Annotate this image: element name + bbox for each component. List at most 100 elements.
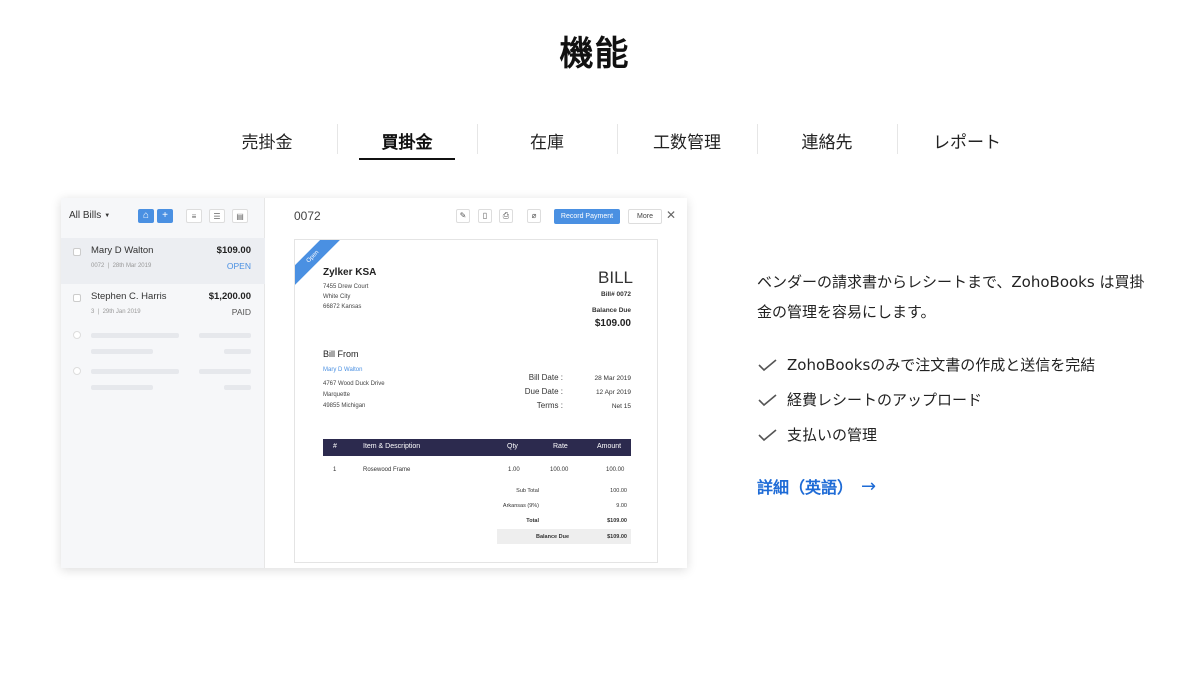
skeleton-line	[91, 333, 179, 338]
skeleton-line	[91, 385, 153, 390]
bill-date: 28th Mar 2019	[112, 263, 152, 269]
due-date-value: 12 Apr 2019	[595, 389, 631, 396]
bill-date-label: Bill Date :	[528, 373, 563, 382]
bill-ref: 0072	[91, 263, 105, 269]
learn-more-link[interactable]: 詳細（英語） →	[757, 474, 876, 498]
check-icon	[758, 428, 777, 441]
vendor-address-line: Marquette	[323, 392, 351, 398]
feature-list: ZohoBooksのみで注文書の作成と送信を完結 経費レシートのアップロード 支…	[757, 347, 1095, 452]
skeleton-line	[91, 369, 179, 374]
bill-meta: 0072 | 28th Mar 2019	[91, 263, 152, 269]
bill-row: Mary D Walton $109.00 0072 | 28th Mar 20…	[61, 238, 265, 284]
add-icon: +	[157, 209, 173, 223]
bill-amount: $109.00	[216, 245, 251, 256]
company-address-line: 7455 Drew Court	[323, 284, 369, 290]
checkbox-icon	[73, 248, 81, 256]
bills-list-panel: All Bills ▼ ⌂ + ≡ ☰ ▤ Mary D Walton $109…	[61, 198, 265, 568]
col-rate: Rate	[553, 443, 568, 450]
skeleton-line	[199, 333, 251, 338]
bill-id-heading: 0072	[294, 209, 321, 223]
table-view-icon: ▤	[232, 209, 248, 223]
skeleton-line	[224, 385, 251, 390]
skeleton-checkbox	[73, 367, 81, 375]
tab-payables[interactable]: 買掛金	[337, 118, 477, 162]
skeleton-line	[224, 349, 251, 354]
line-num: 1	[333, 467, 337, 473]
bill-from-label: Bill From	[323, 349, 359, 359]
bill-meta: 3 | 29th Jan 2019	[91, 309, 141, 315]
bill-number: Bill# 0072	[601, 291, 631, 298]
record-payment-button: Record Payment	[554, 209, 620, 224]
checkbox-icon	[73, 294, 81, 302]
check-icon	[758, 393, 777, 406]
balance-due-amount: $109.00	[594, 318, 631, 329]
bill-date-value: 28 Mar 2019	[594, 375, 632, 382]
tab-reports[interactable]: レポート	[897, 118, 1037, 162]
bill-status: OPEN	[226, 261, 251, 271]
tab-receivables[interactable]: 売掛金	[197, 118, 337, 162]
vendor-address-line: 4767 Wood Duck Drive	[323, 381, 385, 387]
table-row: 1 Rosewood Frame 1.00 100.00 100.00	[323, 463, 631, 477]
skeleton-line	[91, 349, 153, 354]
bill-vendor: Mary D Walton	[91, 245, 154, 256]
tab-inventory[interactable]: 在庫	[477, 118, 617, 162]
learn-more-label: 詳細（英語）	[757, 478, 854, 497]
company-address-line: 66872 Kansas	[323, 304, 362, 310]
scan-icon: ⌂	[138, 209, 154, 223]
caret-down-icon: ▼	[104, 212, 111, 219]
total-label: Total	[526, 518, 539, 524]
terms-label: Terms :	[536, 401, 563, 410]
check-icon	[758, 358, 777, 371]
pdf-icon: ▯	[478, 209, 492, 223]
arrow-right-icon: →	[861, 475, 877, 497]
close-icon: ✕	[666, 208, 677, 222]
skeleton-line	[199, 369, 251, 374]
line-amount: 100.00	[606, 467, 625, 473]
bill-ref: 3	[91, 309, 95, 315]
tab-timesheets[interactable]: 工数管理	[617, 118, 757, 162]
tax-label: Arkansas (9%)	[502, 503, 539, 509]
feature-text: 支払いの管理	[787, 426, 878, 444]
balance-due-row-label: Balance Due	[535, 534, 569, 540]
more-button: More	[628, 209, 662, 224]
view-icon: ≡	[186, 209, 202, 223]
bill-vendor: Stephen C. Harris	[91, 291, 167, 302]
feature-item: ZohoBooksのみで注文書の作成と送信を完結	[757, 347, 1095, 382]
sub-total-value: 100.00	[610, 488, 627, 494]
bill-heading: BILL	[598, 268, 633, 287]
bill-date: 29th Jan 2019	[102, 309, 141, 315]
items-table-header: # Item & Description Qty Rate Amount	[323, 439, 631, 456]
feature-tabs: 売掛金 買掛金 在庫 工数管理 連絡先 レポート	[197, 118, 1037, 162]
vendor-name: Mary D Walton	[323, 367, 363, 373]
feature-description: ベンダーの請求書からレシートまで、ZohoBooks は買掛金の管理を容易にしま…	[757, 273, 1145, 321]
bill-row: Stephen C. Harris $1,200.00 3 | 29th Jan…	[61, 284, 265, 330]
balance-due-label: Balance Due	[591, 307, 631, 314]
page-title: 機能	[559, 34, 630, 74]
line-item: Rosewood Frame	[363, 467, 411, 473]
bill-status: PAID	[231, 307, 251, 317]
list-view-icon: ☰	[209, 209, 225, 223]
company-address-line: White City	[323, 294, 351, 300]
total-value: $109.00	[607, 518, 627, 524]
col-qty: Qty	[507, 443, 518, 450]
sub-total-label: Sub Total	[516, 488, 539, 494]
balance-due-row-value: $109.00	[607, 534, 627, 540]
due-date-label: Due Date :	[524, 387, 563, 396]
feature-item: 支払いの管理	[757, 417, 1095, 452]
col-amount: Amount	[597, 443, 622, 450]
attach-icon: ⌀	[527, 209, 541, 223]
tax-value: 9.00	[616, 503, 627, 509]
line-qty: 1.00	[508, 467, 520, 473]
vendor-address-line: 49855 Michigan	[323, 403, 366, 409]
feature-text: 経費レシートのアップロード	[787, 391, 983, 409]
terms-value: Net 15	[611, 403, 631, 410]
col-num: #	[333, 443, 337, 450]
col-item: Item & Description	[363, 443, 421, 450]
bill-document: Open Zylker KSA 7455 Drew Court White Ci…	[294, 239, 658, 563]
company-name: Zylker KSA	[323, 267, 377, 278]
bill-amount: $1,200.00	[208, 291, 251, 302]
bills-filter-label: All Bills	[69, 210, 102, 221]
tab-contacts[interactable]: 連絡先	[757, 118, 897, 162]
feature-text: ZohoBooksのみで注文書の作成と送信を完結	[787, 356, 1096, 374]
feature-item: 経費レシートのアップロード	[757, 382, 1095, 417]
